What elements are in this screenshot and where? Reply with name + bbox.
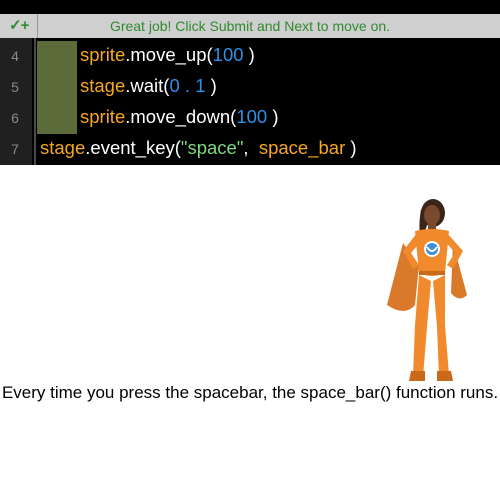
hero-right-arm xyxy=(445,233,463,269)
code-text[interactable]: sprite.move_up(100 ) xyxy=(80,44,255,66)
code-token: .wait( xyxy=(125,75,170,96)
code-token: 0 xyxy=(169,75,180,96)
code-token: ) xyxy=(267,106,279,127)
code-token: space_bar xyxy=(258,137,346,158)
code-text[interactable]: stage.event_key("space", space_bar ) xyxy=(40,137,357,159)
code-text[interactable]: stage.wait(0 . 1 ) xyxy=(80,75,217,97)
superhero-sprite[interactable] xyxy=(375,195,480,385)
code-token: "space" xyxy=(180,137,244,158)
code-token: .event_key( xyxy=(85,137,181,158)
code-token: 100 xyxy=(236,106,268,127)
code-editor[interactable]: ✓+ Great job! Click Submit and Next to m… xyxy=(0,0,500,165)
indent-block[interactable] xyxy=(37,103,77,134)
code-token: ) xyxy=(345,137,357,158)
line-number: 4 xyxy=(11,48,19,64)
code-text[interactable]: sprite.move_down(100 ) xyxy=(80,106,279,128)
indent-block[interactable] xyxy=(37,41,77,72)
code-token: 100 xyxy=(212,44,244,65)
code-line[interactable]: 4 sprite.move_up(100 ) xyxy=(0,41,500,72)
code-token: . xyxy=(179,75,196,96)
code-token: stage xyxy=(80,75,126,96)
success-message: Great job! Click Submit and Next to move… xyxy=(109,18,391,34)
line-number: 7 xyxy=(11,141,19,157)
hero-right-leg xyxy=(433,275,449,377)
hero-head xyxy=(424,205,440,225)
code-line[interactable]: 7 stage.event_key("space", space_bar ) xyxy=(0,134,500,165)
code-token: , xyxy=(243,137,259,158)
code-token: .move_up( xyxy=(125,44,213,65)
status-bar: ✓+ Great job! Click Submit and Next to m… xyxy=(0,14,500,38)
line-number: 5 xyxy=(11,79,19,95)
code-token: sprite xyxy=(80,106,126,127)
line-number: 6 xyxy=(11,110,19,126)
code-line[interactable]: 5 stage.wait(0 . 1 ) xyxy=(0,72,500,103)
check-plus-icon[interactable]: ✓+ xyxy=(9,14,29,38)
code-token: ) xyxy=(205,75,217,96)
hero-cape xyxy=(387,243,419,311)
code-token: 1 xyxy=(195,75,206,96)
instruction-caption: Every time you press the spacebar, the s… xyxy=(1,383,499,402)
indent-block[interactable] xyxy=(37,72,77,103)
code-token: ) xyxy=(243,44,255,65)
code-line[interactable]: 6 sprite.move_down(100 ) xyxy=(0,103,500,134)
code-token: stage xyxy=(40,137,86,158)
code-token: sprite xyxy=(80,44,126,65)
code-token: .move_down( xyxy=(125,106,237,127)
